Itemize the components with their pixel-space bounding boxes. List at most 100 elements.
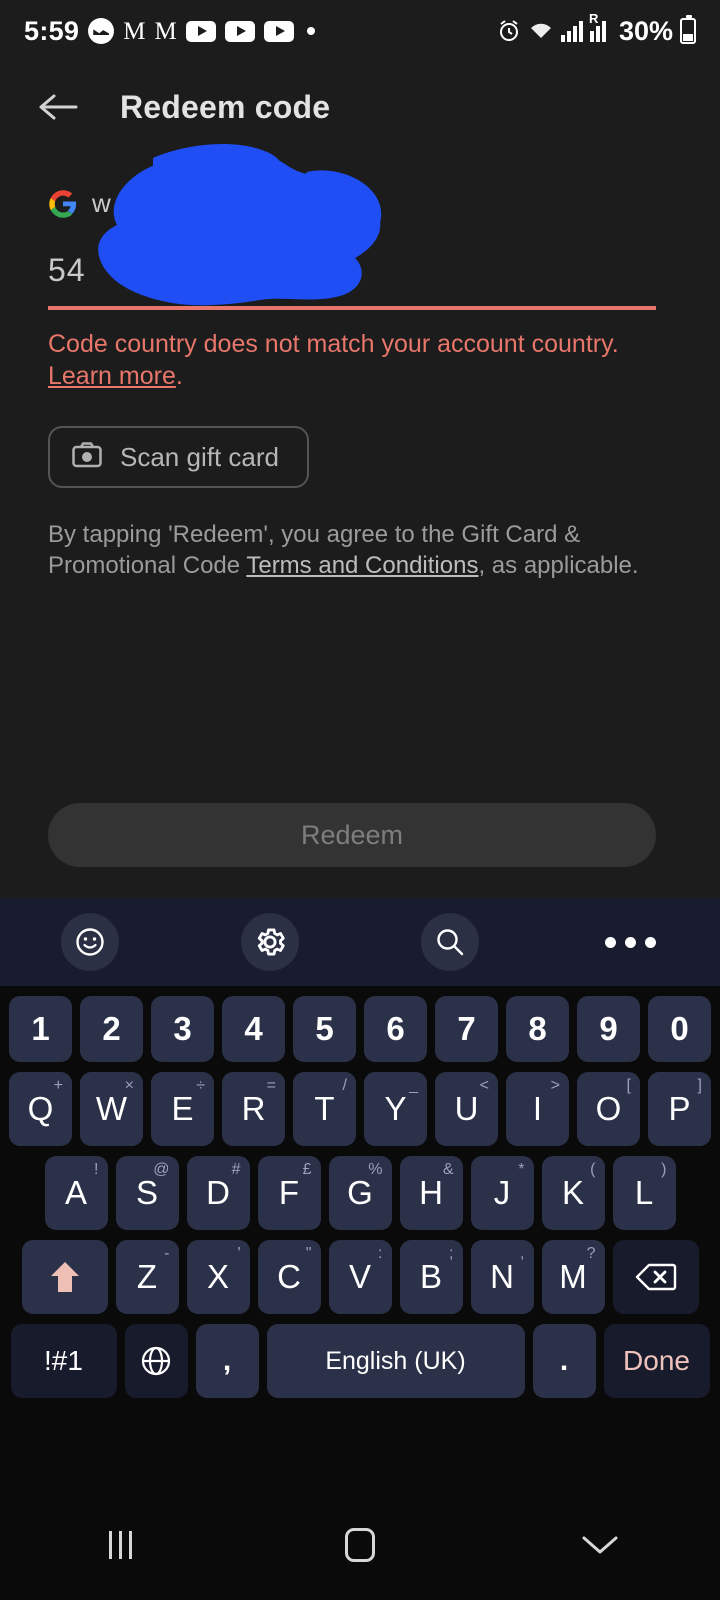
key-a-sub: ! bbox=[94, 1161, 99, 1178]
key-j[interactable]: * J bbox=[470, 1156, 534, 1230]
scan-gift-card-label: Scan gift card bbox=[120, 441, 279, 472]
key-3[interactable]: 3 bbox=[151, 996, 214, 1062]
period-key[interactable]: . bbox=[532, 1324, 596, 1398]
home-button[interactable] bbox=[240, 1528, 480, 1562]
backspace-key[interactable] bbox=[612, 1240, 699, 1314]
language-switch-key[interactable] bbox=[124, 1324, 188, 1398]
signal-bars-icon bbox=[560, 20, 583, 42]
key-e-main: E bbox=[171, 1090, 194, 1127]
key-d-sub: # bbox=[231, 1161, 241, 1178]
key-2[interactable]: 2 bbox=[80, 996, 143, 1062]
key-9[interactable]: 9 bbox=[577, 996, 640, 1062]
key-k-main: K bbox=[561, 1174, 584, 1211]
alarm-icon bbox=[497, 19, 521, 43]
redeem-code-field[interactable]: 54 bbox=[48, 252, 656, 310]
key-x[interactable]: ' X bbox=[186, 1240, 250, 1314]
scan-gift-card-button[interactable]: Scan gift card bbox=[48, 426, 309, 488]
symbols-key[interactable]: !#1 bbox=[10, 1324, 117, 1398]
key-4[interactable]: 4 bbox=[222, 996, 285, 1062]
status-bar-right: R 30% bbox=[497, 11, 696, 47]
key-t[interactable]: / T bbox=[293, 1072, 356, 1146]
key-z[interactable]: -Z bbox=[115, 1240, 179, 1314]
key-f[interactable]: £ F bbox=[257, 1156, 321, 1230]
home-icon bbox=[345, 1528, 375, 1562]
youtube-icon bbox=[185, 20, 216, 42]
key-g-sub: % bbox=[368, 1161, 383, 1178]
redeem-code-input[interactable]: 54 bbox=[48, 252, 656, 300]
key-1[interactable]: 1 bbox=[9, 996, 72, 1062]
backspace-icon bbox=[635, 1263, 676, 1291]
key-o-sub: [ bbox=[626, 1077, 631, 1094]
terms-and-conditions-link[interactable]: Terms and Conditions bbox=[246, 552, 478, 579]
learn-more-link[interactable]: Learn more bbox=[48, 362, 176, 390]
key-m-main: M bbox=[559, 1258, 587, 1295]
battery-percent: 30% bbox=[618, 15, 673, 46]
key-y-sub: _ bbox=[409, 1077, 418, 1094]
roaming-label: R bbox=[588, 11, 599, 26]
keyboard-top-row: + Q × W ÷ E = R / T _ Y < U > I [O ] P bbox=[6, 1072, 714, 1146]
key-i[interactable]: > I bbox=[506, 1072, 569, 1146]
dismiss-keyboard-button[interactable] bbox=[480, 1532, 720, 1558]
key-e[interactable]: ÷ E bbox=[151, 1072, 214, 1146]
back-button[interactable] bbox=[28, 77, 88, 137]
key-w[interactable]: × W bbox=[80, 1072, 143, 1146]
key-a-main: A bbox=[64, 1174, 87, 1211]
key-x-sub: ' bbox=[237, 1245, 241, 1262]
key-r-sub: = bbox=[266, 1077, 276, 1094]
key-q[interactable]: + Q bbox=[9, 1072, 72, 1146]
key-s[interactable]: @ S bbox=[115, 1156, 179, 1230]
keyboard-more-button[interactable] bbox=[540, 936, 720, 948]
key-h-sub: & bbox=[442, 1161, 454, 1178]
space-key[interactable]: English (UK) bbox=[266, 1324, 525, 1398]
key-k-sub: ( bbox=[590, 1161, 596, 1178]
key-q-main: Q bbox=[27, 1090, 54, 1127]
emoji-button[interactable] bbox=[0, 913, 180, 971]
key-c[interactable]: " C bbox=[257, 1240, 321, 1314]
key-6[interactable]: 6 bbox=[364, 996, 427, 1062]
recent-apps-button[interactable] bbox=[0, 1531, 240, 1559]
key-n-main: N bbox=[490, 1258, 514, 1295]
key-h[interactable]: & H bbox=[399, 1156, 463, 1230]
dismiss-keyboard-chevron-icon bbox=[582, 1536, 618, 1554]
key-b[interactable]: ; B bbox=[399, 1240, 463, 1314]
keyboard-search-button[interactable] bbox=[360, 913, 540, 971]
key-j-sub: * bbox=[518, 1161, 525, 1178]
key-g[interactable]: % G bbox=[328, 1156, 392, 1230]
key-k[interactable]: (K bbox=[541, 1156, 605, 1230]
keyboard-function-row: !#1 , English (UK) . Done bbox=[6, 1324, 714, 1398]
key-n-sub: , bbox=[520, 1245, 525, 1262]
key-d[interactable]: # D bbox=[186, 1156, 250, 1230]
gmail-icon: M bbox=[123, 17, 146, 45]
key-m[interactable]: ? M bbox=[541, 1240, 605, 1314]
key-n[interactable]: ,N bbox=[470, 1240, 534, 1314]
key-c-main: C bbox=[277, 1258, 301, 1295]
done-key[interactable]: Done bbox=[603, 1324, 710, 1398]
key-v[interactable]: :V bbox=[328, 1240, 392, 1314]
key-t-main: T bbox=[314, 1090, 335, 1127]
key-u[interactable]: < U bbox=[435, 1072, 498, 1146]
key-l[interactable]: ) L bbox=[612, 1156, 676, 1230]
messenger-icon bbox=[88, 18, 115, 44]
shift-key[interactable] bbox=[21, 1240, 108, 1314]
key-r[interactable]: = R bbox=[222, 1072, 285, 1146]
key-0[interactable]: 0 bbox=[648, 996, 711, 1062]
key-f-sub: £ bbox=[302, 1161, 312, 1178]
status-bar: 5:59 M M R 30% bbox=[0, 0, 720, 62]
redeem-button[interactable]: Redeem bbox=[48, 803, 656, 867]
key-5[interactable]: 5 bbox=[293, 996, 356, 1062]
keyboard-settings-button[interactable] bbox=[180, 913, 360, 971]
key-p[interactable]: ] P bbox=[648, 1072, 711, 1146]
key-u-main: U bbox=[454, 1090, 479, 1127]
key-z-sub: - bbox=[164, 1245, 170, 1262]
roaming-signal-icon: R bbox=[589, 11, 612, 42]
back-arrow-icon bbox=[39, 94, 78, 120]
key-b-main: B bbox=[419, 1258, 442, 1295]
key-8[interactable]: 8 bbox=[506, 996, 569, 1062]
gear-icon bbox=[257, 928, 285, 956]
key-7[interactable]: 7 bbox=[435, 996, 498, 1062]
key-o[interactable]: [O bbox=[577, 1072, 640, 1146]
comma-key[interactable]: , bbox=[195, 1324, 259, 1398]
key-a[interactable]: ! A bbox=[44, 1156, 108, 1230]
key-y[interactable]: _ Y bbox=[364, 1072, 427, 1146]
key-z-main: Z bbox=[136, 1258, 158, 1295]
